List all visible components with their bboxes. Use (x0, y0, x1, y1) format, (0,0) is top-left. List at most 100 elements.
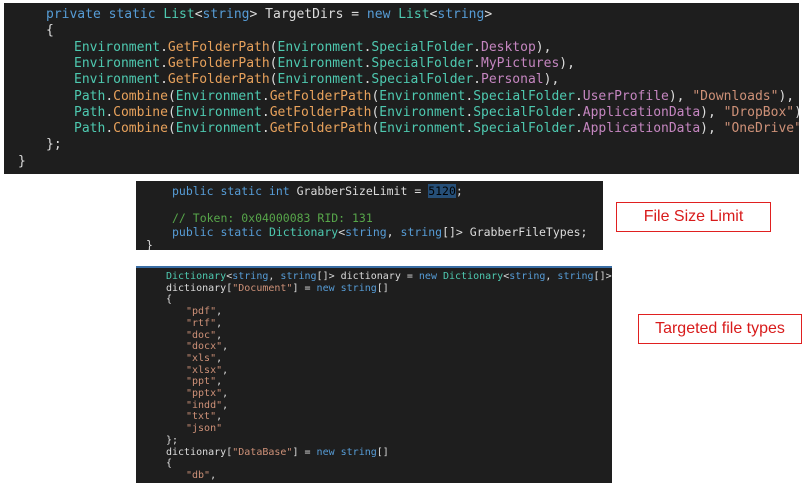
code-token: string (557, 271, 594, 282)
code-token: , (216, 352, 223, 364)
code-token: Environment (277, 55, 364, 71)
code-token: []> GrabberFileTypes; (442, 224, 588, 239)
label-targeted-file-types: Targeted file types (638, 314, 802, 344)
code-token: "DropBox" (723, 104, 795, 120)
code-token: . (160, 39, 168, 55)
code-token: , (216, 317, 223, 329)
code-token: , (216, 306, 223, 318)
code-token: "indd" (186, 399, 223, 411)
code-token: "pptx" (186, 388, 223, 399)
code-token: }; (46, 137, 62, 153)
code-token: . (465, 104, 474, 120)
code-token: MyPictures (481, 55, 560, 71)
code-token: Environment (175, 88, 262, 104)
code-token: "doc" (186, 329, 217, 341)
code-line: Environment.GetFolderPath(Environment.Sp… (74, 72, 559, 87)
code-token: < (194, 7, 203, 22)
code-line: "pdf", (186, 306, 222, 317)
code-line: "pptx", (186, 388, 228, 399)
code-token: "xlsx" (186, 364, 223, 376)
code-token: "db" (186, 469, 211, 481)
code-token: Path (74, 104, 106, 120)
code-token: "Document" (232, 282, 293, 294)
code-token: } (146, 238, 153, 250)
code-token: . (574, 88, 583, 104)
code-token: ( (167, 88, 176, 104)
code-token: "xls" (186, 352, 217, 364)
code-line: "doc", (186, 330, 222, 341)
code-token: UserProfile (582, 88, 669, 104)
code-token: new (418, 271, 443, 282)
code-token: , (268, 271, 281, 282)
code-token: private static (46, 7, 164, 22)
code-token: Environment (175, 121, 262, 137)
code-token: GrabberSizeLimit = (296, 184, 429, 198)
code-token: GetFolderPath (269, 88, 372, 104)
code-token: ), (794, 105, 799, 120)
code-token: SpecialFolder (371, 39, 474, 55)
code-token: Dictionary (166, 271, 227, 282)
code-line: "rtf", (186, 318, 222, 329)
code-panel-size-limit: public static int GrabberSizeLimit = 512… (136, 181, 603, 250)
code-token: Path (74, 88, 106, 104)
code-token: , (216, 329, 223, 341)
code-token: GetFolderPath (269, 104, 372, 120)
code-line: { (166, 294, 172, 305)
code-token: . (105, 121, 114, 137)
code-token: List (398, 7, 430, 22)
code-token: , (222, 399, 229, 411)
code-token: Combine (113, 121, 168, 137)
code-line: } (18, 154, 26, 169)
code-token: . (261, 88, 270, 104)
code-token: ), (535, 39, 552, 55)
code-token: . (261, 104, 270, 120)
code-token: } (18, 153, 26, 169)
code-line: "json" (186, 423, 222, 434)
code-token: { (166, 458, 173, 470)
code-token: // Token: 0x04000083 RID: 131 (172, 211, 373, 226)
code-panel-target-dirs: private static List<string> TargetDirs =… (4, 3, 799, 174)
code-token: "OneDrive" (723, 121, 799, 137)
code-token: . (473, 55, 481, 71)
code-line: Environment.GetFolderPath(Environment.Sp… (74, 40, 551, 55)
code-token: SpecialFolder (473, 121, 575, 137)
code-token: string (232, 271, 269, 282)
code-token: ( (167, 121, 176, 137)
code-token: public static int (172, 184, 297, 198)
code-token: ( (269, 39, 278, 55)
code-token: "pdf" (186, 306, 217, 318)
code-token: . (473, 72, 481, 88)
code-token: ] = (292, 446, 317, 458)
code-token: string (280, 271, 317, 282)
code-token: , (210, 469, 217, 481)
code-token: Environment (379, 88, 466, 104)
code-token: SpecialFolder (371, 72, 474, 88)
code-token: Environment (277, 39, 364, 55)
code-token: Environment (74, 39, 161, 55)
code-token: List (163, 7, 195, 22)
code-line: } (146, 238, 153, 250)
code-token: new (366, 7, 399, 22)
code-line: dictionary["DataBase"] = new string[] (166, 447, 389, 458)
code-line: "txt", (186, 411, 222, 422)
code-token: "DataBase" (232, 446, 293, 458)
code-token: ), (700, 121, 724, 137)
code-token: ), (700, 104, 724, 120)
code-line: "xlsx", (186, 365, 228, 376)
code-token: . (105, 104, 114, 120)
code-token: . (574, 121, 583, 137)
code-token: dictionary[ (166, 282, 233, 294)
code-line: private static List<string> TargetDirs =… (46, 7, 492, 22)
code-token: Dictionary (268, 224, 339, 239)
code-token: [] (376, 446, 389, 458)
code-line: // Token: 0x04000083 RID: 131 (172, 211, 373, 225)
code-token: 5120 (428, 184, 456, 198)
code-line: }; (46, 137, 62, 152)
code-token: . (465, 88, 474, 104)
code-token: , (222, 341, 229, 353)
code-token: , (222, 388, 229, 399)
code-token: , (216, 411, 223, 423)
code-panel-file-types: Dictionary<string, string[]> dictionary … (136, 266, 612, 483)
code-token: "ppt" (186, 376, 217, 388)
code-token: { (166, 294, 173, 306)
